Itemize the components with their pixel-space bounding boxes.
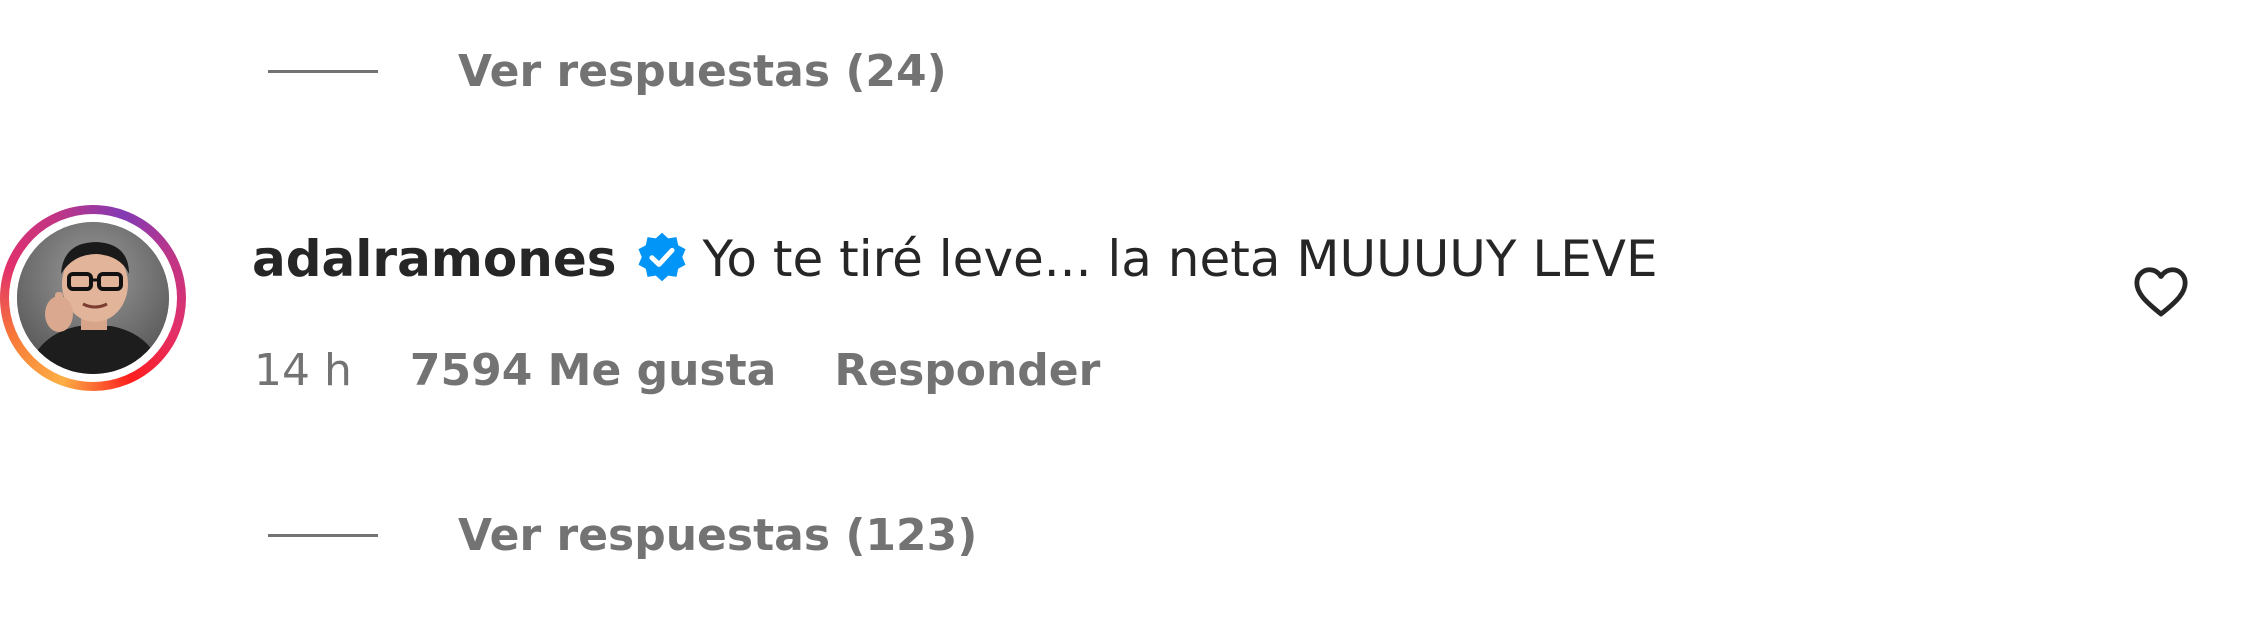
verified-badge-icon	[617, 230, 703, 288]
view-replies-label: Ver respuestas (24)	[458, 46, 947, 97]
comment-meta: 14 h 7594 Me gusta Responder	[254, 345, 1100, 396]
view-replies-button[interactable]: Ver respuestas (24)	[268, 46, 947, 97]
reply-button[interactable]: Responder	[834, 345, 1100, 396]
avatar-story-ring[interactable]	[0, 205, 186, 391]
avatar	[17, 222, 169, 374]
view-replies-button[interactable]: Ver respuestas (123)	[268, 510, 977, 561]
comment: adalramones Yo te tiré leve... la neta M…	[0, 200, 2249, 420]
comment-like-count[interactable]: 7594 Me gusta	[410, 345, 776, 396]
heart-outline-icon[interactable]	[2132, 264, 2190, 318]
reply-divider-line	[268, 70, 378, 73]
username-link[interactable]: adalramones	[252, 230, 617, 288]
comment-body: adalramones Yo te tiré leve... la neta M…	[252, 230, 1658, 288]
avatar-photo	[17, 222, 169, 374]
comment-timestamp[interactable]: 14 h	[254, 345, 352, 396]
avatar-ring-gap	[9, 214, 177, 382]
comment-text: Yo te tiré leve... la neta MUUUUY LEVE	[702, 230, 1658, 288]
view-replies-label: Ver respuestas (123)	[458, 510, 978, 561]
reply-divider-line	[268, 534, 378, 537]
